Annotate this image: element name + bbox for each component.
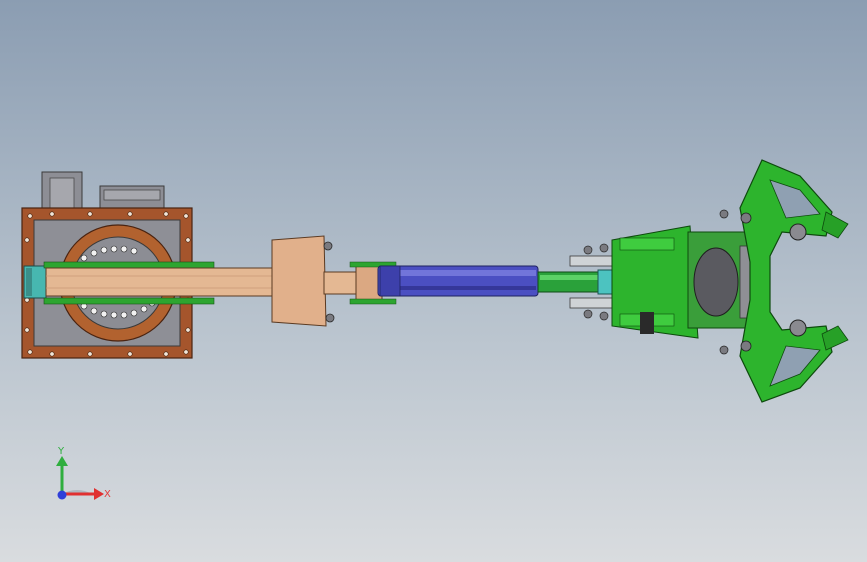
x-axis-label: X <box>104 489 111 500</box>
boom-beam <box>45 267 279 297</box>
boom-pivot-strip <box>26 268 32 296</box>
cad-viewport[interactable]: Y X <box>0 0 867 562</box>
hydraulic-cylinder[interactable] <box>377 265 619 297</box>
boom-link-lower <box>43 297 215 305</box>
boom-link-upper <box>43 261 215 269</box>
z-axis-dot <box>57 490 67 500</box>
motor-block-right-cap <box>103 189 161 201</box>
excavator-arm-model[interactable]: Y X <box>0 0 867 562</box>
cylinder-end-cap <box>379 265 401 297</box>
gripper-assembly[interactable] <box>611 159 849 403</box>
coordinate-triad: Y X <box>56 446 111 500</box>
y-axis-label: Y <box>57 446 65 457</box>
boom-head <box>271 235 327 327</box>
